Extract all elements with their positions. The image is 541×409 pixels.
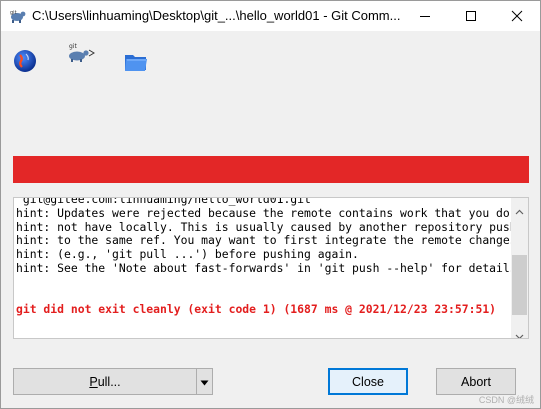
log-error-line: git did not exit cleanly (exit code 1) (… [16, 302, 497, 317]
scroll-thumb[interactable] [512, 255, 527, 315]
pull-button[interactable]: Pull... [13, 368, 197, 395]
progress-bar [13, 156, 529, 183]
svg-text:git: git [10, 10, 17, 16]
log-content: git@gitee.com:linhuaming/hello_world01.g… [16, 198, 529, 317]
tortoisegit-sync-icon[interactable]: git [63, 41, 97, 68]
log-line: hint: Updates were rejected because the … [16, 205, 510, 220]
scroll-up-icon[interactable] [515, 202, 524, 220]
close-button[interactable]: Close [328, 368, 408, 395]
svg-text:git: git [69, 43, 77, 50]
scroll-down-icon[interactable] [515, 327, 524, 338]
abort-button[interactable]: Abort [436, 368, 516, 395]
window-title: C:\Users\linhuaming\Desktop\git_...\hell… [32, 8, 401, 23]
close-window-button[interactable] [494, 1, 540, 31]
log-line: hint: See the 'Note about fast-forwards'… [16, 260, 524, 275]
title-bar[interactable]: git C:\Users\linhuaming\Desktop\git_...\… [1, 1, 540, 31]
folder-icon[interactable] [124, 50, 148, 77]
log-line: hint: to the same ref. You may want to f… [16, 233, 517, 248]
git-command-progress-window: git C:\Users\linhuaming\Desktop\git_...\… [0, 0, 541, 409]
vertical-scrollbar[interactable] [511, 198, 528, 338]
pull-dropdown-button[interactable] [197, 368, 213, 395]
output-log[interactable]: git@gitee.com:linhuaming/hello_world01.g… [13, 197, 529, 339]
globe-icon[interactable] [13, 49, 37, 78]
log-line: hint: not have locally. This is usually … [16, 219, 529, 234]
watermark: CSDN @绒绒 [478, 395, 534, 405]
pull-button-label: Pull... [89, 374, 121, 389]
dropdown-arrow-icon [200, 375, 209, 389]
progress-fill [13, 156, 529, 183]
maximize-button[interactable] [448, 1, 494, 31]
log-line: hint: (e.g., 'git pull ...') before push… [16, 247, 359, 262]
minimize-button[interactable] [402, 1, 448, 31]
tortoisegit-icon: git [9, 8, 27, 24]
